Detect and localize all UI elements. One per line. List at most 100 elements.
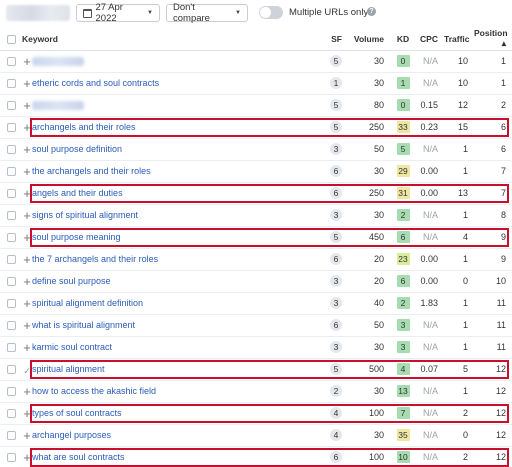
- header-traffic[interactable]: Traffic: [444, 28, 474, 51]
- row-checkbox-cell[interactable]: [0, 336, 22, 359]
- sf-badge[interactable]: 3: [330, 143, 342, 155]
- row-action-cell[interactable]: +: [22, 248, 32, 271]
- row-action-cell[interactable]: +: [22, 270, 32, 293]
- row-checkbox-cell[interactable]: [0, 94, 22, 117]
- keyword-link[interactable]: soul purpose definition: [32, 144, 122, 154]
- row-checkbox[interactable]: [6, 211, 16, 221]
- row-checkbox[interactable]: [6, 299, 16, 309]
- row-action-cell[interactable]: +: [22, 72, 32, 95]
- sf-badge[interactable]: 6: [330, 253, 342, 265]
- row-checkbox[interactable]: [6, 365, 16, 375]
- add-keyword-icon[interactable]: +: [23, 406, 31, 421]
- row-checkbox[interactable]: [6, 189, 16, 199]
- add-keyword-icon[interactable]: +: [23, 76, 31, 91]
- add-keyword-icon[interactable]: +: [23, 98, 31, 113]
- row-action-cell[interactable]: +: [22, 226, 32, 249]
- add-keyword-icon[interactable]: +: [23, 296, 31, 311]
- row-action-cell[interactable]: +: [22, 204, 32, 227]
- select-all-checkbox[interactable]: [6, 34, 16, 44]
- add-keyword-icon[interactable]: +: [23, 384, 31, 399]
- row-checkbox[interactable]: [6, 145, 16, 155]
- add-keyword-icon[interactable]: +: [23, 120, 31, 135]
- keyword-link[interactable]: spiritual alignment: [32, 364, 105, 374]
- add-keyword-icon[interactable]: +: [23, 54, 31, 69]
- sf-badge[interactable]: 6: [330, 187, 342, 199]
- keyword-link[interactable]: the archangels and their roles: [32, 166, 151, 176]
- row-checkbox-cell[interactable]: [0, 116, 22, 139]
- keyword-link[interactable]: archangel purposes: [32, 430, 111, 440]
- sf-badge[interactable]: 5: [330, 121, 342, 133]
- row-checkbox[interactable]: [6, 123, 16, 133]
- select-all-checkbox-cell[interactable]: [0, 28, 22, 51]
- compare-dropdown[interactable]: Don't compare ▼: [166, 2, 248, 24]
- row-checkbox-cell[interactable]: [0, 226, 22, 249]
- row-action-cell[interactable]: +: [22, 94, 32, 117]
- add-keyword-icon[interactable]: +: [23, 164, 31, 179]
- keyword-link[interactable]: karmic soul contract: [32, 342, 112, 352]
- row-checkbox[interactable]: [6, 167, 16, 177]
- header-keyword[interactable]: Keyword: [22, 28, 310, 51]
- header-kd[interactable]: KD: [390, 28, 416, 51]
- sf-badge[interactable]: 5: [330, 99, 342, 111]
- row-checkbox[interactable]: [6, 277, 16, 287]
- sf-badge[interactable]: 3: [330, 341, 342, 353]
- add-keyword-icon[interactable]: +: [23, 230, 31, 245]
- row-checkbox[interactable]: [6, 233, 16, 243]
- row-action-cell[interactable]: +: [22, 160, 32, 183]
- row-checkbox-cell[interactable]: [0, 248, 22, 271]
- keyword-link[interactable]: how to access the akashic field: [32, 386, 156, 396]
- row-checkbox-cell[interactable]: [0, 424, 22, 447]
- row-checkbox[interactable]: [6, 343, 16, 353]
- sf-badge[interactable]: 5: [330, 363, 342, 375]
- row-checkbox-cell[interactable]: [0, 358, 22, 381]
- help-icon[interactable]: ?: [367, 7, 376, 16]
- header-cpc[interactable]: CPC: [416, 28, 444, 51]
- row-action-cell[interactable]: +: [22, 292, 32, 315]
- date-picker-button[interactable]: 27 Apr 2022 ▼: [76, 2, 160, 24]
- add-keyword-icon[interactable]: +: [23, 252, 31, 267]
- sf-badge[interactable]: 3: [330, 209, 342, 221]
- keyword-link[interactable]: angels and their duties: [32, 188, 123, 198]
- row-checkbox[interactable]: [6, 453, 16, 463]
- sf-badge[interactable]: 3: [330, 275, 342, 287]
- keyword-link[interactable]: types of soul contracts: [32, 408, 122, 418]
- row-checkbox[interactable]: [6, 57, 16, 67]
- sf-badge[interactable]: 1: [330, 77, 342, 89]
- keyword-link[interactable]: define soul purpose: [32, 276, 111, 286]
- row-checkbox-cell[interactable]: [0, 160, 22, 183]
- add-keyword-icon[interactable]: +: [23, 186, 31, 201]
- add-keyword-icon[interactable]: +: [23, 340, 31, 355]
- sf-badge[interactable]: 5: [330, 231, 342, 243]
- row-action-cell[interactable]: +: [22, 446, 32, 467]
- row-checkbox-cell[interactable]: [0, 270, 22, 293]
- sf-badge[interactable]: 3: [330, 297, 342, 309]
- row-checkbox[interactable]: [6, 255, 16, 265]
- row-checkbox-cell[interactable]: [0, 50, 22, 73]
- row-action-cell[interactable]: +: [22, 138, 32, 161]
- row-action-cell[interactable]: +: [22, 182, 32, 205]
- add-keyword-icon[interactable]: +: [23, 274, 31, 289]
- keyword-link[interactable]: signs of spiritual alignment: [32, 210, 138, 220]
- row-action-cell[interactable]: +: [22, 336, 32, 359]
- row-checkbox[interactable]: [6, 101, 16, 111]
- add-keyword-icon[interactable]: +: [23, 142, 31, 157]
- row-checkbox-cell[interactable]: [0, 380, 22, 403]
- keyword-link[interactable]: what is spiritual alignment: [32, 320, 135, 330]
- keyword-link[interactable]: soul purpose meaning: [32, 232, 121, 242]
- header-position[interactable]: Position ▴: [474, 28, 512, 51]
- sf-badge[interactable]: 6: [330, 319, 342, 331]
- row-action-cell[interactable]: +: [22, 314, 32, 337]
- multiple-urls-toggle[interactable]: [259, 6, 283, 19]
- row-checkbox[interactable]: [6, 387, 16, 397]
- row-action-cell[interactable]: +: [22, 116, 32, 139]
- row-action-cell[interactable]: +: [22, 402, 32, 425]
- row-checkbox-cell[interactable]: [0, 204, 22, 227]
- row-action-cell[interactable]: +: [22, 424, 32, 447]
- add-keyword-icon[interactable]: +: [23, 318, 31, 333]
- add-keyword-icon[interactable]: +: [23, 208, 31, 223]
- row-checkbox-cell[interactable]: [0, 292, 22, 315]
- keyword-link[interactable]: archangels and their roles: [32, 122, 136, 132]
- row-checkbox[interactable]: [6, 321, 16, 331]
- sf-badge[interactable]: 5: [330, 55, 342, 67]
- blurred-domain-selector[interactable]: [6, 5, 70, 21]
